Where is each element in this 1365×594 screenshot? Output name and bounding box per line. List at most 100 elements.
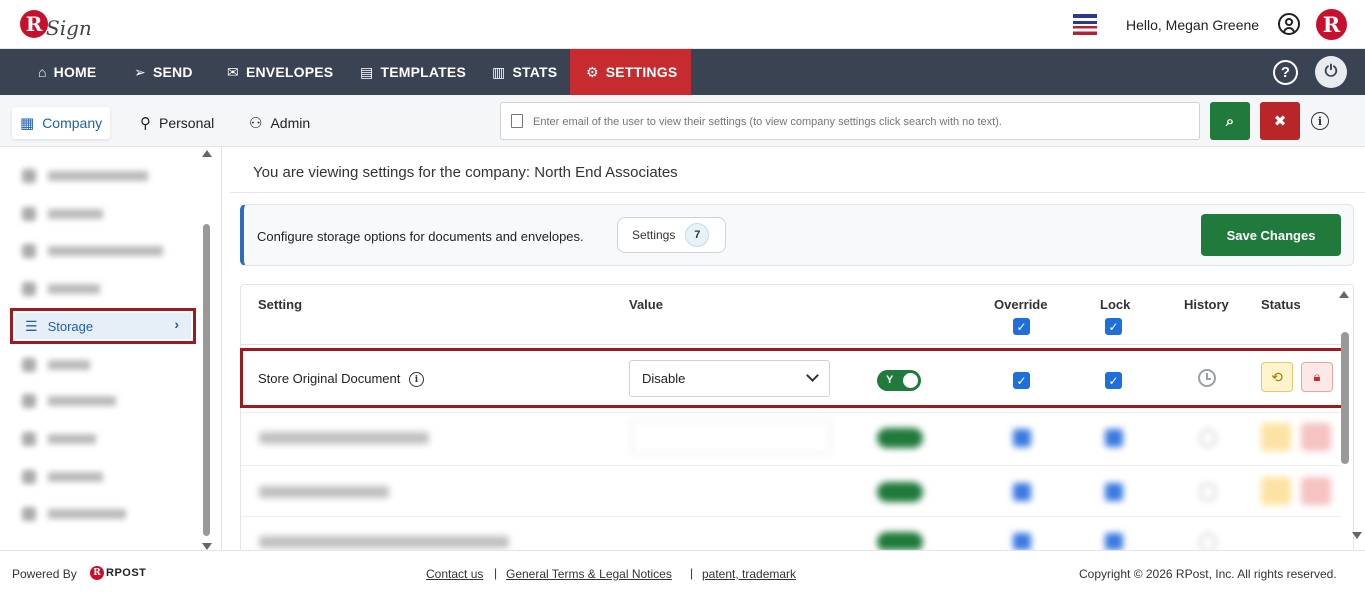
building-icon: ▦ (20, 115, 35, 132)
divider (230, 192, 1365, 193)
nav-send-label: SEND (152, 64, 193, 80)
contact-us-link[interactable]: Contact us (426, 567, 483, 581)
value-select[interactable]: Disable (629, 360, 830, 397)
gear-icon: ⚙ (586, 63, 599, 80)
nav-home[interactable]: ⌂ HOME (38, 49, 96, 95)
settings-count-badge: 7 (685, 223, 710, 247)
database-icon: ☰ (25, 317, 38, 334)
lock-status-icon[interactable]: 🔒︎ (1301, 362, 1333, 392)
nav-send[interactable]: ➢ SEND (134, 49, 193, 95)
nav-envelopes-label: ENVELOPES (245, 64, 334, 80)
toggle-label: Y (886, 374, 894, 386)
logo-r-icon: R (20, 10, 48, 38)
tab-admin[interactable]: ⚇ Admin (249, 107, 310, 139)
sidebar-scrollbar[interactable] (200, 150, 212, 550)
help-icon[interactable]: ? (1273, 60, 1298, 85)
rpost-brand-icon[interactable]: R (1316, 9, 1347, 40)
tab-personal-label: Personal (159, 115, 215, 131)
page-scroll-down-icon[interactable] (1352, 532, 1362, 539)
enable-toggle[interactable]: Y (877, 370, 921, 391)
lock-all-checkbox[interactable]: ✓ (1105, 318, 1122, 335)
sidebar-item-blurred[interactable] (22, 467, 103, 487)
header-divider (241, 344, 1341, 345)
nav-settings-label: SETTINGS (605, 64, 678, 80)
sidebar-item-blurred[interactable] (22, 429, 96, 449)
copyright-text: Copyright © 2026 RPost, Inc. All rights … (1079, 567, 1337, 581)
storage-description: Configure storage options for documents … (257, 229, 584, 244)
toggle-knob (903, 373, 918, 388)
uk-flag-icon[interactable] (1073, 14, 1097, 35)
override-checkbox[interactable]: ✓ (1013, 372, 1030, 389)
table-scroll-up-icon[interactable] (1339, 291, 1349, 298)
column-header-history: History (1184, 297, 1229, 312)
footer-separator: | (690, 566, 694, 580)
table-row-blurred (241, 414, 1341, 464)
setting-label: Store Original Document (258, 371, 401, 386)
user-search (500, 102, 1200, 140)
power-icon[interactable]: ⏻ (1315, 56, 1347, 88)
terms-link[interactable]: General Terms & Legal Notices (506, 567, 672, 581)
tab-admin-label: Admin (270, 115, 311, 131)
sidebar-item-storage-label: Storage (47, 318, 94, 334)
patent-trademark-link[interactable]: patent, trademark (702, 567, 796, 581)
sidebar-item-storage[interactable]: ☰ Storage › (10, 308, 196, 344)
chevron-right-icon: › (174, 316, 179, 332)
tab-company[interactable]: ▦ Company (12, 107, 111, 139)
home-icon: ⌂ (38, 64, 47, 80)
footer-separator: | (494, 566, 498, 580)
nav-templates[interactable]: ▤ TEMPLATES (360, 49, 466, 95)
admin-user-icon: ⚇ (249, 115, 263, 132)
tab-personal[interactable]: ⚲ Personal (140, 107, 214, 139)
sidebar-item-blurred[interactable] (22, 204, 103, 224)
history-clock-icon[interactable] (1198, 369, 1216, 387)
nav-stats-label: STATS (512, 64, 558, 80)
sidebar-item-blurred[interactable] (22, 241, 163, 261)
value-select-text: Disable (642, 371, 686, 386)
row-divider (241, 516, 1341, 517)
column-header-override: Override (994, 297, 1048, 312)
info-icon[interactable]: i (1311, 112, 1329, 130)
column-header-status: Status (1261, 297, 1301, 312)
table-row-blurred (241, 518, 1341, 550)
column-header-lock: Lock (1100, 297, 1131, 312)
save-changes-button[interactable]: Save Changes (1201, 214, 1341, 256)
sidebar-item-blurred[interactable] (22, 391, 116, 411)
table-scrollbar[interactable] (1341, 332, 1349, 464)
row-divider (241, 412, 1341, 413)
viewing-company-text: You are viewing settings for the company… (253, 164, 678, 181)
info-icon[interactable]: i (409, 372, 424, 387)
column-header-setting: Setting (258, 297, 303, 312)
row-divider (241, 465, 1341, 466)
lock-checkbox[interactable]: ✓ (1105, 372, 1122, 389)
sidebar-item-blurred[interactable] (22, 355, 90, 375)
rpost-logo-icon: R (90, 566, 104, 580)
tab-company-label: Company (42, 115, 103, 131)
user-search-input[interactable] (533, 111, 1183, 133)
search-button[interactable]: ⌕ (1210, 102, 1250, 140)
override-all-checkbox[interactable]: ✓ (1013, 318, 1030, 335)
user-greeting: Hello, Megan Greene (1126, 17, 1260, 33)
table-row-blurred (241, 468, 1341, 518)
settings-pill-label: Settings (632, 228, 676, 242)
sync-status-icon[interactable]: ⟲ (1261, 362, 1293, 392)
sidebar-item-blurred[interactable] (22, 504, 126, 524)
clear-search-button[interactable]: ✖ (1260, 102, 1300, 140)
close-icon: ✖ (1273, 113, 1287, 130)
sidebar-item-blurred[interactable] (22, 279, 100, 299)
powered-by-text: Powered By (12, 567, 77, 581)
scroll-down-icon[interactable] (202, 543, 212, 550)
scroll-thumb[interactable] (203, 224, 210, 536)
user-profile-icon[interactable] (1278, 13, 1300, 35)
rsign-logo[interactable]: R Sign (20, 6, 92, 42)
nav-stats[interactable]: ▥ STATS (492, 49, 557, 95)
template-icon: ▤ (360, 63, 374, 80)
nav-settings[interactable]: ⚙ SETTINGS (570, 49, 691, 95)
chevron-down-icon (806, 369, 819, 382)
scroll-up-icon[interactable] (202, 150, 212, 157)
sidebar-item-blurred[interactable] (22, 166, 148, 186)
rpost-logo-text: RPOST (106, 567, 147, 579)
document-icon (511, 114, 523, 128)
nav-envelopes[interactable]: ✉ ENVELOPES (227, 49, 333, 95)
top-bar: R Sign Hello, Megan Greene R (0, 0, 1365, 49)
search-icon: ⌕ (1225, 112, 1235, 130)
